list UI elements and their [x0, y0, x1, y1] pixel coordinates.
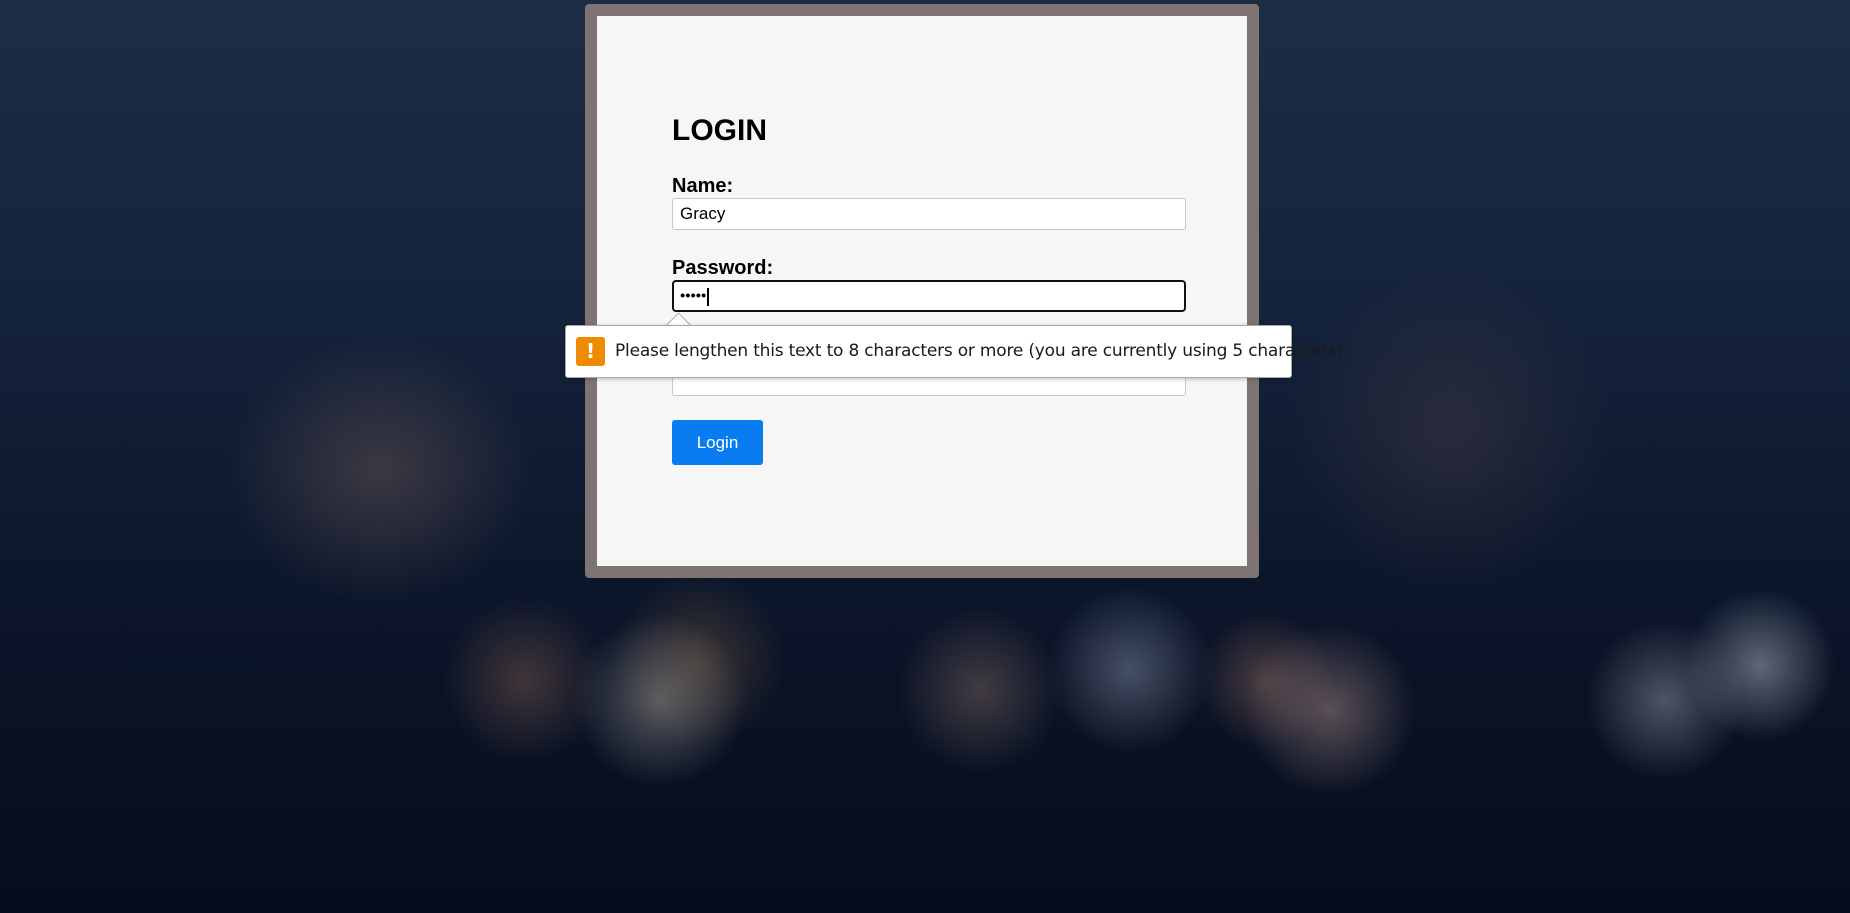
validation-message: Please lengthen this text to 8 character… — [615, 341, 1349, 361]
name-input[interactable]: Gracy — [672, 198, 1186, 230]
login-button[interactable]: Login — [672, 420, 763, 465]
validation-tooltip: ! Please lengthen this text to 8 charact… — [565, 325, 1348, 378]
warning-icon: ! — [576, 337, 605, 366]
text-caret — [707, 287, 710, 306]
name-label: Name: — [672, 175, 734, 197]
password-label: Password: — [672, 257, 774, 279]
password-input[interactable]: ••••• — [672, 280, 1186, 312]
page-title: LOGIN — [672, 114, 767, 147]
password-mask: ••••• — [680, 287, 707, 305]
